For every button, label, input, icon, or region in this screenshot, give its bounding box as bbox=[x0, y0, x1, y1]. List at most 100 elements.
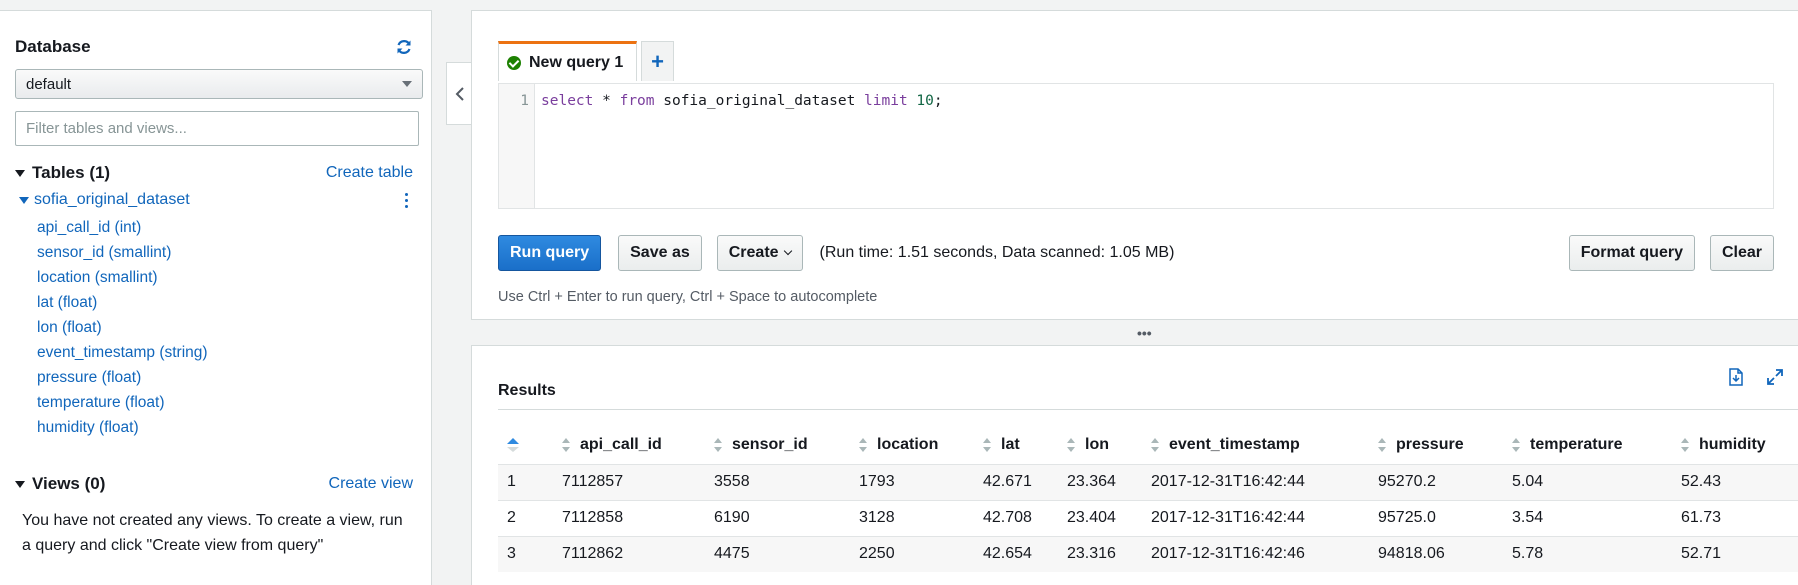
table-row: 1 7112857 3558 1793 42.671 23.364 2017-1… bbox=[498, 463, 1798, 500]
sql-table-name: sofia_original_dataset bbox=[654, 93, 865, 109]
query-line[interactable]: select * from sofia_original_dataset lim… bbox=[535, 84, 949, 208]
column-header[interactable]: lat bbox=[974, 426, 1058, 464]
column-item[interactable]: location (smallint) bbox=[37, 265, 413, 290]
tab-label: New query 1 bbox=[529, 53, 624, 71]
table-cell: 5.78 bbox=[1503, 535, 1672, 572]
column-header[interactable]: lon bbox=[1058, 426, 1142, 464]
column-item[interactable]: humidity (float) bbox=[37, 415, 413, 440]
table-cell: 7112862 bbox=[553, 535, 705, 572]
tables-toggle[interactable]: Tables (1) bbox=[15, 163, 110, 183]
run-query-button[interactable]: Run query bbox=[498, 235, 602, 271]
sql-editor[interactable]: 1 select * from sofia_original_dataset l… bbox=[498, 83, 1774, 209]
save-as-button[interactable]: Save as bbox=[618, 235, 702, 271]
database-select[interactable]: default bbox=[15, 69, 423, 99]
column-header[interactable]: temperature bbox=[1503, 426, 1672, 464]
divider bbox=[498, 409, 1798, 410]
views-toggle[interactable]: Views (0) bbox=[15, 474, 105, 494]
table-cell: 3558 bbox=[705, 463, 850, 500]
column-item[interactable]: api_call_id (int) bbox=[37, 215, 413, 240]
sort-icon bbox=[1151, 437, 1160, 452]
create-dropdown-button[interactable]: Create bbox=[716, 235, 803, 271]
resize-handle-icon[interactable]: ••• bbox=[1137, 325, 1152, 341]
dataset-toggle[interactable]: sofia_original_dataset bbox=[19, 191, 190, 209]
table-cell: 2017-12-31T16:42:44 bbox=[1142, 463, 1369, 500]
table-cell: 42.708 bbox=[974, 499, 1058, 536]
caret-down-icon bbox=[15, 480, 25, 488]
table-cell: 2017-12-31T16:42:46 bbox=[1142, 535, 1369, 572]
table-cell: 1 bbox=[498, 463, 553, 500]
column-item[interactable]: lat (float) bbox=[37, 290, 413, 315]
filter-tables-input[interactable] bbox=[15, 111, 419, 146]
download-csv-icon[interactable] bbox=[1728, 368, 1744, 386]
create-view-link[interactable]: Create view bbox=[329, 475, 413, 493]
sql-number: 10 bbox=[916, 93, 934, 109]
refresh-icon[interactable] bbox=[395, 38, 413, 56]
table-cell: 2017-12-31T16:42:44 bbox=[1142, 499, 1369, 536]
tab-new-query-1[interactable]: New query 1 bbox=[498, 41, 637, 81]
results-panel: Results api_call_id sensor_id location l… bbox=[471, 345, 1798, 585]
table-cell: 42.654 bbox=[974, 535, 1058, 572]
column-header[interactable]: location bbox=[850, 426, 974, 464]
row-number-header[interactable] bbox=[498, 426, 553, 464]
sort-icon bbox=[562, 437, 571, 452]
views-empty-message: You have not created any views. To creat… bbox=[22, 512, 403, 554]
chevron-left-icon bbox=[455, 86, 464, 101]
keyboard-hint: Use Ctrl + Enter to run query, Ctrl + Sp… bbox=[498, 289, 878, 305]
sidebar-header: Database bbox=[15, 37, 413, 57]
column-header[interactable]: pressure bbox=[1369, 426, 1503, 464]
add-tab-button[interactable]: + bbox=[641, 41, 674, 81]
results-title: Results bbox=[498, 382, 556, 399]
table-cell: 2 bbox=[498, 499, 553, 536]
table-cell: 3 bbox=[498, 535, 553, 572]
chevron-down-icon bbox=[783, 246, 792, 256]
sort-icon bbox=[507, 437, 519, 452]
table-cell: 94818.06 bbox=[1369, 535, 1503, 572]
table-cell: 1793 bbox=[850, 463, 974, 500]
table-header-row: api_call_id sensor_id location lat lon e… bbox=[498, 426, 1798, 464]
column-header[interactable]: sensor_id bbox=[705, 426, 850, 464]
collapse-sidebar-button[interactable] bbox=[446, 62, 473, 125]
tables-heading: Tables (1) bbox=[32, 163, 111, 182]
table-cell: 23.316 bbox=[1058, 535, 1142, 572]
table-row: 2 7112858 6190 3128 42.708 23.404 2017-1… bbox=[498, 499, 1798, 536]
sort-icon bbox=[714, 437, 723, 452]
column-item[interactable]: pressure (float) bbox=[37, 365, 413, 390]
column-header[interactable]: api_call_id bbox=[553, 426, 705, 464]
column-list: api_call_id (int) sensor_id (smallint) l… bbox=[15, 215, 413, 440]
query-tabs: New query 1 + bbox=[498, 41, 674, 81]
views-section-header: Views (0) Create view bbox=[15, 474, 413, 494]
column-item[interactable]: sensor_id (smallint) bbox=[37, 240, 413, 265]
views-heading: Views (0) bbox=[32, 474, 106, 493]
success-check-icon bbox=[507, 55, 521, 70]
table-cell: 4475 bbox=[705, 535, 850, 572]
column-item[interactable]: temperature (float) bbox=[37, 390, 413, 415]
query-editor-panel: New query 1 + 1 select * from sofia_orig… bbox=[471, 10, 1798, 320]
column-header[interactable]: humidity bbox=[1672, 426, 1798, 464]
sql-keyword: from bbox=[619, 93, 655, 109]
table-cell: 2250 bbox=[850, 535, 974, 572]
column-item[interactable]: lon (float) bbox=[37, 315, 413, 340]
table-cell: 23.404 bbox=[1058, 499, 1142, 536]
format-query-button[interactable]: Format query bbox=[1568, 235, 1695, 271]
sidebar-title: Database bbox=[15, 37, 91, 56]
clear-button[interactable]: Clear bbox=[1709, 235, 1774, 271]
table-cell: 5.04 bbox=[1503, 463, 1672, 500]
table-cell: 7112858 bbox=[553, 499, 705, 536]
table-cell: 52.71 bbox=[1672, 535, 1798, 572]
database-sidebar: Database default Tables (1) Create table… bbox=[0, 10, 432, 585]
database-select-value: default bbox=[26, 75, 72, 93]
more-options-icon[interactable] bbox=[399, 192, 413, 208]
sql-keyword: select bbox=[541, 93, 594, 109]
sql-keyword: limit bbox=[864, 93, 908, 109]
create-label: Create bbox=[728, 244, 779, 261]
create-table-link[interactable]: Create table bbox=[326, 164, 413, 182]
column-header[interactable]: event_timestamp bbox=[1142, 426, 1369, 464]
table-cell: 3.54 bbox=[1503, 499, 1672, 536]
tables-section-header: Tables (1) Create table bbox=[15, 163, 413, 183]
sort-icon bbox=[1378, 437, 1387, 452]
editor-toolbar: Run query Save as Create (Run time: 1.51… bbox=[498, 235, 1774, 271]
column-item[interactable]: event_timestamp (string) bbox=[37, 340, 413, 365]
caret-down-icon bbox=[19, 196, 29, 204]
expand-icon[interactable] bbox=[1766, 368, 1784, 386]
table-cell: 52.43 bbox=[1672, 463, 1798, 500]
